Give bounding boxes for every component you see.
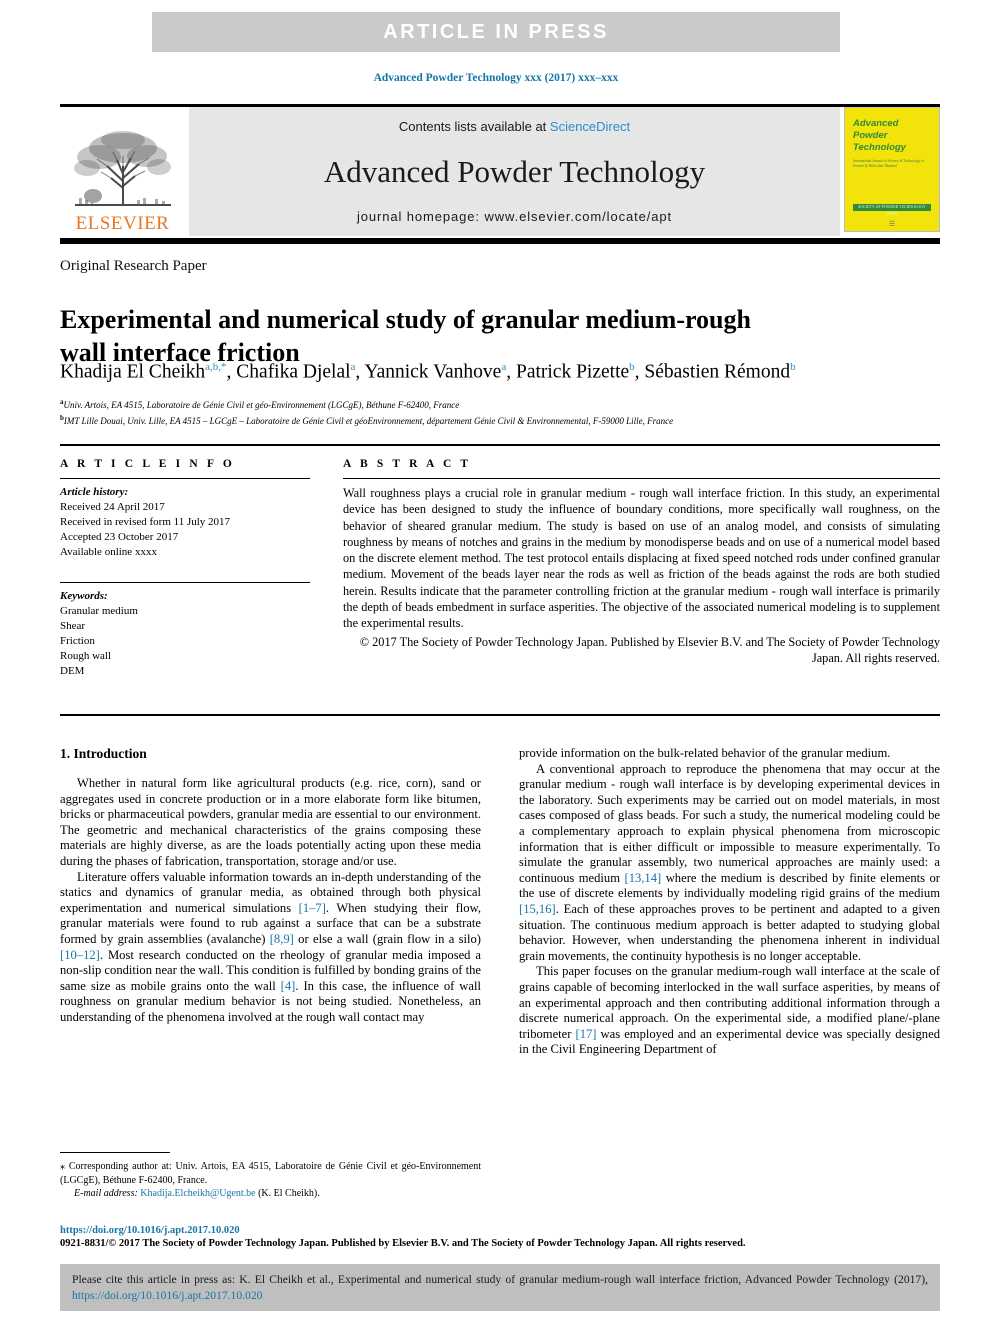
journal-title: Advanced Powder Technology [323, 153, 706, 189]
article-history-item: Received in revised form 11 July 2017 [60, 516, 231, 528]
author-affiliation-mark: a [350, 361, 356, 373]
article-history-label: Article history: [60, 486, 129, 498]
journal-header-box: Contents lists available at ScienceDirec… [189, 107, 840, 236]
affiliation-mark: a [60, 398, 64, 406]
keyword-item: Shear [60, 620, 86, 632]
sciencedirect-link[interactable]: ScienceDirect [550, 119, 630, 134]
affiliation-item: bIMT Lille Douai, Univ. Lille, EA 4515 –… [60, 414, 674, 426]
author-affiliation-mark: a [501, 361, 507, 373]
elsevier-tree-icon [73, 131, 171, 206]
article-history-item: Accepted 23 October 2017 [60, 531, 179, 543]
elsevier-wordmark: ELSEVIER [75, 213, 170, 234]
contents-prefix: Contents lists available at [398, 119, 550, 134]
author-name: Sébastien Rémond [644, 361, 791, 383]
body-paragraph: A conventional approach to reproduce the… [519, 761, 940, 963]
body-columns: 1. Introduction Whether in natural form … [60, 746, 940, 1171]
info-band-bottom-rule [60, 714, 940, 716]
abstract-heading: A B S T R A C T [343, 458, 472, 470]
article-first-page: ARTICLE IN PRESS Advanced Powder Technol… [0, 0, 992, 1323]
info-band-top-rule [60, 444, 940, 446]
article-in-press-label: ARTICLE IN PRESS [383, 20, 609, 43]
elsevier-logo: ELSEVIER [60, 107, 185, 236]
affiliation-item: aUniv. Artois, EA 4515, Laboratoire de G… [60, 398, 460, 410]
cite-prefix: Please cite this article in press as: K.… [72, 1273, 928, 1286]
article-in-press-banner: ARTICLE IN PRESS [152, 12, 840, 52]
author-name: Chafika Djelal [236, 361, 351, 383]
author-affiliation-mark: b [790, 361, 796, 373]
cite-this-article-box: Please cite this article in press as: K.… [60, 1264, 940, 1311]
citation-reference-link[interactable]: [1–7] [299, 901, 326, 915]
section-title-introduction: 1. Introduction [60, 746, 147, 761]
journal-masthead: ELSEVIER Contents lists available at Sci… [60, 104, 940, 236]
citation-reference-link[interactable]: [15,16] [519, 902, 556, 916]
body-column-right: provide information on the bulk-related … [519, 746, 940, 1171]
body-paragraph: Whether in natural form like agricultura… [60, 776, 481, 868]
keyword-item: Rough wall [60, 650, 112, 662]
article-history-item: Available online xxxx [60, 546, 157, 558]
author-name: Yannick Vanhove [364, 361, 502, 383]
keywords-lines: Granular medium Shear Friction Rough wall DE… [60, 604, 310, 679]
cover-society-text: SOCIETY OF POWDER TECHNOLOGY JAPAN [858, 205, 926, 216]
body-paragraph: provide information on the bulk-related … [519, 746, 891, 760]
abstract-rule [343, 478, 940, 479]
footnote-block: ⁎ Corresponding author at: Univ. Artois,… [60, 1160, 481, 1201]
article-info-heading: A R T I C L E I N F O [60, 458, 235, 470]
abstract-copyright: © 2017 The Society of Powder Technology … [359, 634, 940, 665]
keywords-block: Keywords: Granular medium Shear Friction Ro… [60, 582, 310, 679]
keyword-item: DEM [60, 665, 85, 677]
author-affiliation-mark: b [629, 361, 635, 373]
abstract-column: A B S T R A C T Wall roughness plays a c… [343, 458, 940, 666]
left-column-paragraphs: Whether in natural form like agricultura… [60, 776, 481, 1026]
author-name: Patrick Pizette [515, 361, 630, 383]
running-head: Advanced Powder Technology xxx (2017) xx… [373, 72, 619, 84]
affiliation-mark: b [60, 414, 64, 422]
journal-homepage-link[interactable]: journal homepage: www.elsevier.com/locat… [357, 209, 672, 224]
cover-title-line1: Advanced [853, 118, 899, 129]
cover-title-line3: Technology [853, 142, 906, 153]
cover-subtitle: International Journal of Science & Techn… [853, 159, 925, 168]
citation-reference-link[interactable]: [17] [576, 1027, 597, 1041]
email-address-label: E-mail address: [74, 1188, 138, 1199]
doi-link[interactable]: https://doi.org/10.1016/j.apt.2017.10.02… [60, 1224, 940, 1237]
cover-title-line2: Powder [853, 130, 888, 141]
body-paragraph: This paper focuses on the granular mediu… [519, 964, 940, 1057]
affiliation-list: aUniv. Artois, EA 4515, Laboratoire de G… [60, 396, 940, 428]
doi-block: https://doi.org/10.1016/j.apt.2017.10.02… [60, 1224, 940, 1250]
keyword-item: Friction [60, 635, 95, 647]
article-info-rule [60, 478, 310, 479]
cite-doi-link[interactable]: https://doi.org/10.1016/j.apt.2017.10.02… [72, 1289, 262, 1302]
cover-publisher-mark: ☰ [888, 220, 896, 228]
body-paragraph: Literature offers valuable information t… [60, 869, 481, 1024]
citation-reference-link[interactable]: [8,9] [270, 932, 294, 946]
article-history-lines: Received 24 April 2017 Received in revise… [60, 500, 310, 560]
contents-available-line: Contents lists available at ScienceDirec… [399, 119, 630, 134]
corresponding-author-text: Corresponding author at: Univ. Artois, E… [60, 1161, 481, 1186]
keywords-label: Keywords: [60, 590, 108, 602]
cover-green-bar: SOCIETY OF POWDER TECHNOLOGY JAPAN [853, 204, 931, 216]
keyword-item: Granular medium [60, 605, 138, 617]
footnote-separator [60, 1152, 170, 1153]
abstract-text: Wall roughness plays a crucial role in g… [343, 486, 940, 631]
article-info-column: A R T I C L E I N F O Article history: R… [60, 458, 310, 679]
citation-reference-link[interactable]: [4] [281, 979, 296, 993]
journal-cover-thumbnail: Advanced Powder Technology International… [844, 107, 940, 232]
right-column-paragraphs: provide information on the bulk-related … [519, 746, 940, 1058]
email-note: E-mail address: Khadija.Elcheikh@Ugent.b… [60, 1187, 481, 1201]
email-owner: (K. El Cheikh). [255, 1188, 320, 1199]
citation-reference-link[interactable]: [13,14] [625, 871, 662, 885]
email-address-link[interactable]: Khadija.Elcheikh@Ugent.be [140, 1188, 255, 1199]
body-column-left: 1. Introduction Whether in natural form … [60, 746, 481, 1171]
article-history-item: Received 24 April 2017 [60, 501, 165, 513]
citation-reference-link[interactable]: [10–12] [60, 948, 100, 962]
author-affiliation-mark: a,b,* [205, 361, 227, 373]
author-name: Khadija El Cheikh [60, 361, 206, 383]
article-type-label: Original Research Paper [60, 258, 207, 274]
corresponding-author-note: ⁎ Corresponding author at: Univ. Artois,… [60, 1160, 481, 1187]
masthead-bottom-rule [60, 238, 940, 244]
author-list: Khadija El Cheikha,b,*, Chafika Djelala,… [60, 361, 796, 383]
keywords-rule [60, 582, 310, 583]
issn-copyright-line: 0921-8831/© 2017 The Society of Powder T… [60, 1238, 746, 1249]
cite-text: Please cite this article in press as: K.… [72, 1272, 928, 1303]
